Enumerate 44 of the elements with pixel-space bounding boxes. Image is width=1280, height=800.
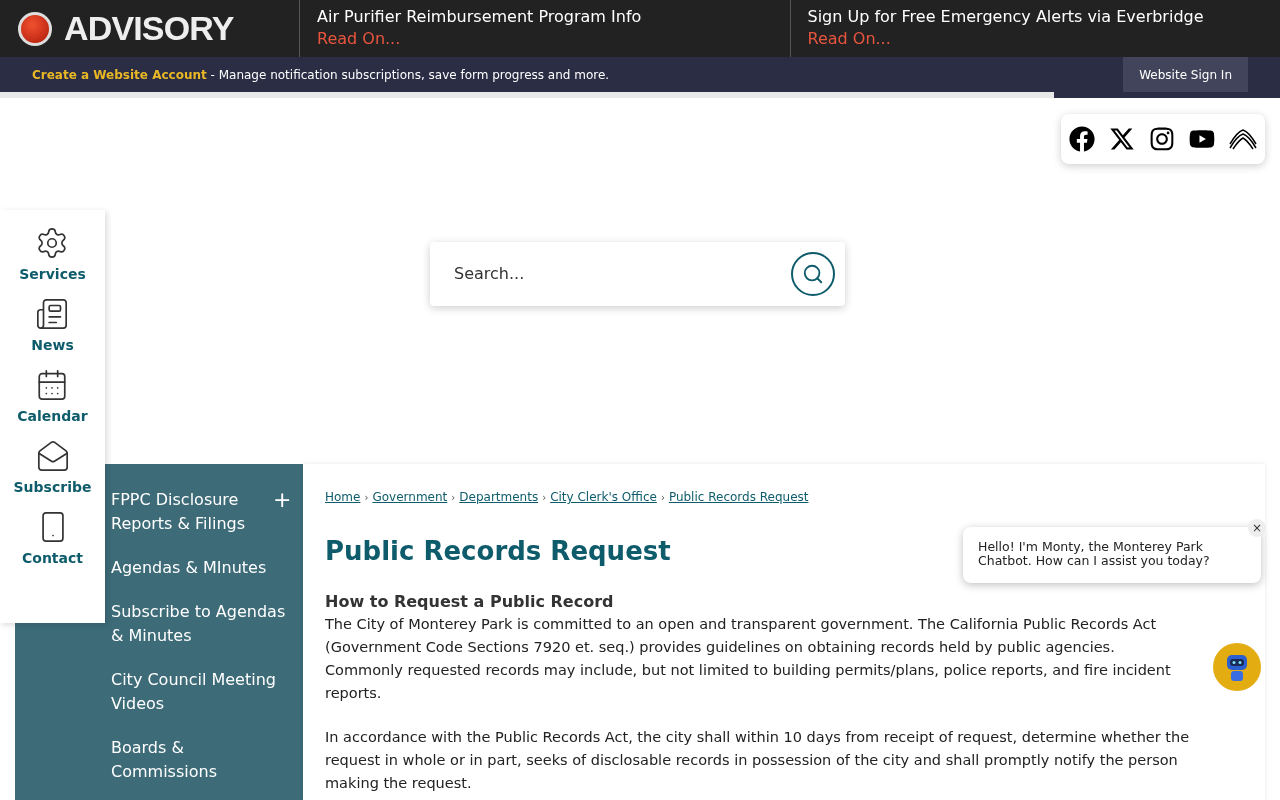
breadcrumb-link[interactable]: Home [325,488,361,506]
breadcrumb-separator: › [364,490,369,505]
section-heading: How to Request a Public Record [325,591,615,613]
quick-link[interactable]: Contact [22,510,83,569]
breadcrumb-separator: › [451,490,456,505]
sidebar-link[interactable]: Agendas & MInutes [111,556,289,580]
advisory-title: Sign Up for Free Emergency Alerts via Everbridge [807,6,1205,28]
breadcrumb-separator: › [542,490,547,505]
quick-link[interactable]: Calendar [17,368,88,427]
breadcrumb-separator: › [660,490,665,505]
create-account-link[interactable]: Create a Website Account [32,65,207,84]
read-on-link[interactable]: Read On... [317,28,790,50]
breadcrumb-link[interactable]: Departments [459,488,539,506]
breadcrumb-link[interactable]: City Clerk's Office [550,488,657,506]
quick-link[interactable]: Services [19,226,86,285]
body-paragraph: The City of Monterey Park is committed to an open and transparent government. The California Public Records Act (Government Code Sections 7920 et. seq.) provides guidelines on obtaining records held by public agencies. Commonly requested records may include, but not limited to building permits/plans, police reports, and fire incident reports. [325,615,1172,703]
sidebar-link[interactable]: Boards & Commissions [111,736,289,784]
page-title: Public Records Request [325,535,671,568]
chat-message: Hello! I'm Monty, the Monterey Park Chatbot. How can I assist you today? [978,540,1211,568]
expand-button[interactable]: + [273,488,289,512]
quick-link[interactable]: Subscribe [13,439,92,498]
close-button[interactable]: × [1248,519,1266,537]
chatbot-avatar[interactable] [1213,643,1261,691]
facebook-icon[interactable] [1069,126,1095,152]
sign-in-button[interactable]: Website Sign In [1123,57,1248,92]
envelope-icon [35,439,70,473]
account-bar-text: - Manage notification subscriptions, save form progress and more. [209,66,610,84]
advisory-label: ADVISORY [64,8,234,49]
advisory-title: Air Purifier Reimbursement Program Info [317,6,643,28]
alert-light-icon [18,11,52,46]
sidebar-link[interactable]: FPPC Disclosure Reports & Filings [111,488,273,536]
breadcrumb-link[interactable]: Public Records Request [668,488,809,506]
quick-link[interactable]: News [31,297,74,356]
x-icon[interactable] [1109,126,1135,152]
search-icon [802,263,824,285]
breadcrumb-link[interactable]: Government [372,488,448,506]
instagram-icon[interactable] [1149,126,1175,152]
search-input[interactable]: Search... [454,262,791,286]
waves-icon[interactable] [1229,128,1257,150]
sidebar-link[interactable]: Subscribe to Agendas & Minutes [111,600,289,648]
read-on-link[interactable]: Read On... [807,28,1280,50]
sidebar-link[interactable]: City Council Meeting Videos [111,668,289,716]
body-paragraph: In accordance with the Public Records Act, the city shall within 10 days from receipt of request, determine whether the request in whole or in part, seeks of disclosable records in possession of the city and shall promptly notify the person making the request. [325,728,1191,793]
newspaper-icon [35,297,70,331]
